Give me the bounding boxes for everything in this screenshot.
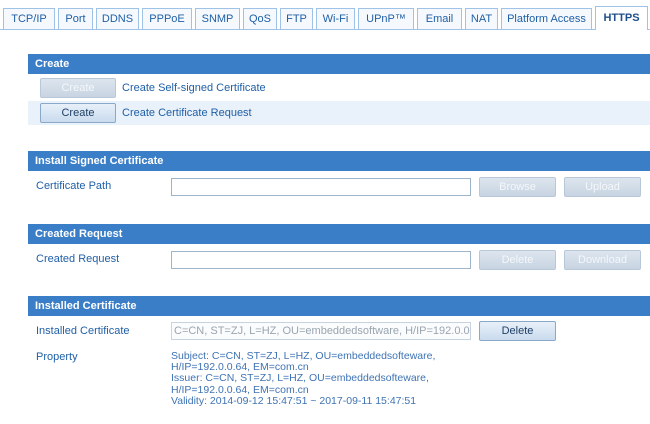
tab-bar: TCP/IP Port DDNS PPPoE SNMP QoS FTP Wi-F… (0, 6, 650, 30)
tab-upnp[interactable]: UPnP™ (358, 8, 414, 29)
install-signed-section-header: Install Signed Certificate (28, 151, 650, 171)
create-request-button[interactable]: Create (40, 103, 116, 123)
installed-certificate-label: Installed Certificate (36, 325, 130, 337)
tab-ftp[interactable]: FTP (280, 8, 313, 29)
create-self-signed-row: Create Create Self-signed Certificate (28, 76, 650, 100)
tab-qos[interactable]: QoS (243, 8, 277, 29)
created-request-input[interactable] (171, 251, 471, 269)
delete-request-button[interactable]: Delete (479, 250, 556, 270)
tab-ddns[interactable]: DDNS (96, 8, 139, 29)
tab-platform-access[interactable]: Platform Access (501, 8, 592, 29)
property-line: Issuer: C=CN, ST=ZJ, L=HZ, OU=embeddedso… (171, 372, 429, 385)
tab-pppoe[interactable]: PPPoE (142, 8, 192, 29)
browse-button[interactable]: Browse (479, 177, 556, 197)
tab-port[interactable]: Port (58, 8, 93, 29)
download-request-button[interactable]: Download (564, 250, 641, 270)
create-section-header: Create (28, 54, 650, 74)
tab-email[interactable]: Email (417, 8, 462, 29)
create-request-row: Create Create Certificate Request (28, 101, 650, 125)
delete-certificate-button[interactable]: Delete (479, 321, 556, 341)
tab-nat[interactable]: NAT (465, 8, 498, 29)
tab-tcpip[interactable]: TCP/IP (3, 8, 55, 29)
create-self-signed-button[interactable]: Create (40, 78, 116, 98)
certificate-property-text: Subject: C=CN, ST=ZJ, L=HZ, OU=embeddeds… (171, 350, 511, 407)
installed-certificate-section-header: Installed Certificate (28, 296, 650, 316)
certificate-path-label: Certificate Path (36, 180, 112, 192)
property-label: Property (36, 351, 78, 363)
tab-snmp[interactable]: SNMP (195, 8, 240, 29)
create-request-label: Create Certificate Request (122, 107, 252, 119)
created-request-section-header: Created Request (28, 224, 650, 244)
upload-button[interactable]: Upload (564, 177, 641, 197)
property-line: Validity: 2014-09-12 15:47:51 ~ 2017-09-… (171, 394, 417, 407)
installed-certificate-field: C=CN, ST=ZJ, L=HZ, OU=embeddedsoftware, … (171, 322, 471, 340)
created-request-label: Created Request (36, 253, 120, 265)
create-self-signed-label: Create Self-signed Certificate (122, 82, 266, 94)
certificate-path-input[interactable] (171, 178, 471, 196)
tab-wifi[interactable]: Wi-Fi (316, 8, 355, 29)
tab-https[interactable]: HTTPS (595, 6, 648, 30)
